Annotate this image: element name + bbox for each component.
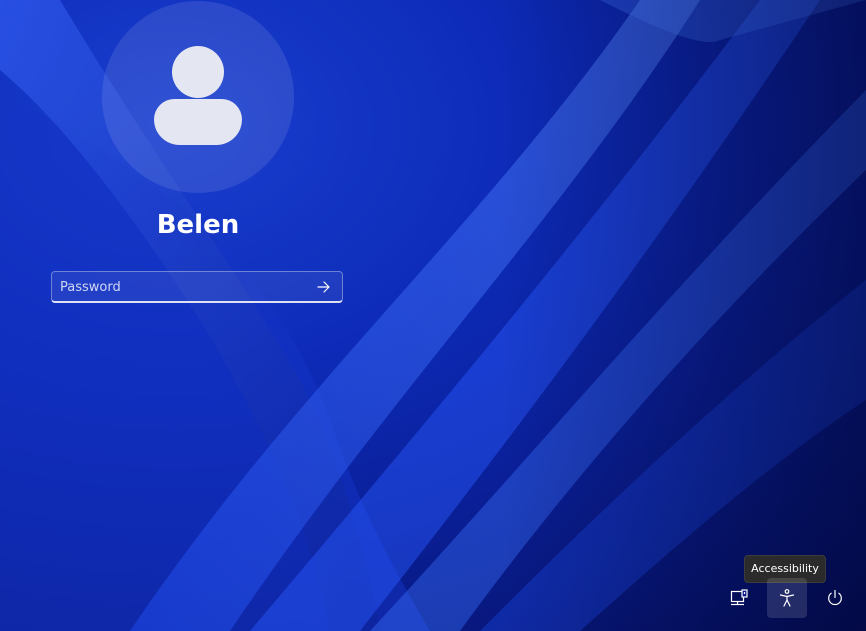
accessibility-icon [779, 589, 795, 607]
avatar-body [154, 99, 242, 145]
password-field[interactable] [51, 271, 343, 303]
user-avatar [102, 1, 294, 193]
user-name: Belen [156, 210, 240, 240]
power-icon [828, 589, 842, 606]
password-input[interactable] [52, 272, 302, 302]
network-button[interactable] [719, 578, 759, 618]
network-icon [730, 589, 748, 606]
lock-screen: Belen Accessibility [0, 0, 866, 631]
arrow-right-icon[interactable] [314, 278, 334, 296]
power-button[interactable] [815, 578, 855, 618]
accessibility-button[interactable] [767, 578, 807, 618]
avatar-head [172, 46, 224, 98]
